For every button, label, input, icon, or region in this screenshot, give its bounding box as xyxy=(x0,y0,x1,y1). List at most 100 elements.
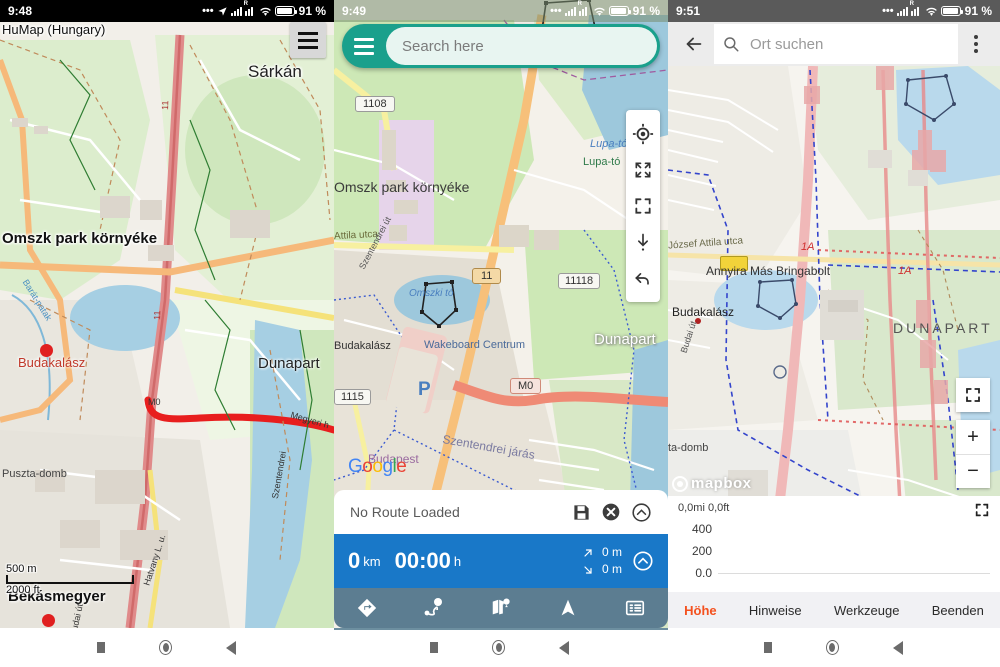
wifi-icon xyxy=(259,6,272,17)
my-location-icon xyxy=(632,123,654,145)
scale-metric-line xyxy=(6,575,134,584)
signal-roaming-icon: R xyxy=(244,1,256,16)
navigate-diamond-icon xyxy=(358,598,377,618)
status-time: 9:51 xyxy=(676,4,701,18)
map-canvas-humap[interactable]: 11 11 M0 xyxy=(0,0,334,628)
map-title-humap: HuMap (Hungary) xyxy=(2,22,106,37)
ascent-row: 0 m xyxy=(582,544,622,561)
zoom-out-button[interactable]: − xyxy=(956,454,990,488)
back-button[interactable] xyxy=(559,640,570,655)
map-pin-button[interactable] xyxy=(481,588,521,628)
status-bar-humap: 9:48 ••• R 91 % xyxy=(0,0,334,22)
elevation-gridline xyxy=(718,572,990,574)
elevation-tick-label: 0.0 xyxy=(695,566,712,580)
scale-imperial-label: 2000 ft xyxy=(6,584,40,596)
download-arrow-icon xyxy=(638,233,648,251)
download-button[interactable] xyxy=(626,224,660,260)
signal-bars-icon xyxy=(564,6,576,16)
map-pin-icon xyxy=(492,598,510,615)
descent-row: 0 m xyxy=(582,561,622,578)
battery-icon xyxy=(274,6,297,16)
close-circle-icon xyxy=(602,503,620,521)
home-button[interactable] xyxy=(492,640,506,655)
nav-group-panel-1 xyxy=(0,628,333,667)
hamburger-icon-line xyxy=(354,37,374,41)
expand-button[interactable] xyxy=(626,152,660,188)
menu-button-locus[interactable] xyxy=(342,37,386,55)
elevation-readout: 0,0mi 0,0ft xyxy=(678,502,730,514)
search-placeholder: Ort suchen xyxy=(750,35,824,53)
google-attribution: Google xyxy=(348,456,407,477)
tab-werkzeuge[interactable]: Werkzeuge xyxy=(834,603,900,618)
bottom-tab-bar: Höhe Hinweise Werkzeuge Beenden xyxy=(668,592,1000,628)
zoom-in-button[interactable]: + xyxy=(956,420,990,454)
battery-percent: 91 % xyxy=(964,4,992,18)
menu-button-humap[interactable] xyxy=(290,22,326,58)
elevation-tick-row: 400 xyxy=(678,518,990,540)
route-distance-value: 0 xyxy=(348,548,361,573)
mapbox-attribution[interactable]: mapbox xyxy=(672,475,752,492)
fullscreen-button[interactable] xyxy=(956,378,990,412)
tab-hinweise[interactable]: Hinweise xyxy=(749,603,802,618)
expand-arrows-icon xyxy=(635,162,651,178)
signal-bars-icon xyxy=(230,6,242,16)
wifi-icon xyxy=(593,6,606,17)
panel-locus-google: 1108 11 11118 1115 M0 Omszk park környék… xyxy=(334,0,668,628)
compass-button[interactable] xyxy=(548,588,588,628)
overflow-menu-button[interactable] xyxy=(958,24,994,64)
save-route-button[interactable] xyxy=(572,503,591,522)
elevation-tick-row: 0.0 xyxy=(678,562,990,584)
save-icon xyxy=(574,504,589,520)
battery-icon xyxy=(608,6,631,16)
status-bar-locus: 9:49 ••• R 91 % xyxy=(334,0,668,22)
recents-button[interactable] xyxy=(763,642,772,653)
android-navigation-bar xyxy=(0,628,1000,667)
arrow-left-icon xyxy=(686,37,702,51)
descent-value: 0 m xyxy=(601,562,622,576)
back-button[interactable] xyxy=(674,24,714,64)
elevation-header: 0,0mi 0,0ft xyxy=(678,502,990,518)
collapse-sheet-button[interactable] xyxy=(631,502,652,523)
recents-button[interactable] xyxy=(97,642,106,653)
home-button[interactable] xyxy=(825,640,839,655)
search-input[interactable]: Search here xyxy=(386,27,657,65)
expand-stats-button[interactable] xyxy=(632,550,654,572)
recents-button[interactable] xyxy=(430,642,439,653)
zoom-controls: + − xyxy=(956,378,990,488)
tab-beenden[interactable]: Beenden xyxy=(932,603,984,618)
tab-hoehe[interactable]: Höhe xyxy=(684,603,717,618)
navigate-button[interactable] xyxy=(347,588,387,628)
compass-arrow-icon xyxy=(561,599,575,616)
panel-divider xyxy=(334,628,668,630)
elevation-expand-button[interactable] xyxy=(974,502,990,518)
signal-roaming-icon: R xyxy=(578,1,590,16)
route-actions-bar xyxy=(334,588,668,628)
clear-route-button[interactable] xyxy=(601,502,621,522)
scale-metric-label: 500 m xyxy=(6,563,37,575)
center-frame-button[interactable] xyxy=(626,188,660,224)
my-location-button[interactable] xyxy=(626,116,660,152)
more-dots-icon: ••• xyxy=(882,5,894,17)
route-points-icon xyxy=(424,598,443,616)
search-icon xyxy=(724,37,739,52)
status-time: 9:49 xyxy=(342,4,367,18)
kebab-menu-icon-dot xyxy=(974,35,978,39)
search-placeholder: Search here xyxy=(402,37,484,55)
zoom-button-group: + − xyxy=(956,420,990,488)
list-button[interactable] xyxy=(615,588,655,628)
center-frame-icon xyxy=(635,198,651,214)
route-points-button[interactable] xyxy=(414,588,454,628)
back-button[interactable] xyxy=(226,640,237,655)
location-marker xyxy=(42,614,55,627)
home-button[interactable] xyxy=(159,640,173,655)
more-dots-icon: ••• xyxy=(202,5,214,17)
nav-group-panel-3 xyxy=(667,628,1000,667)
chevron-up-circle-icon xyxy=(633,551,653,571)
undo-button[interactable] xyxy=(626,260,660,296)
search-input[interactable]: Ort suchen xyxy=(714,24,958,64)
status-time: 9:48 xyxy=(8,4,33,18)
app-bar-mapbox: Ort suchen xyxy=(668,22,1000,66)
elevation-tick-label: 400 xyxy=(691,522,712,536)
back-button[interactable] xyxy=(892,640,903,655)
scale-bar-humap: 500 m 2000 ft xyxy=(6,563,134,596)
